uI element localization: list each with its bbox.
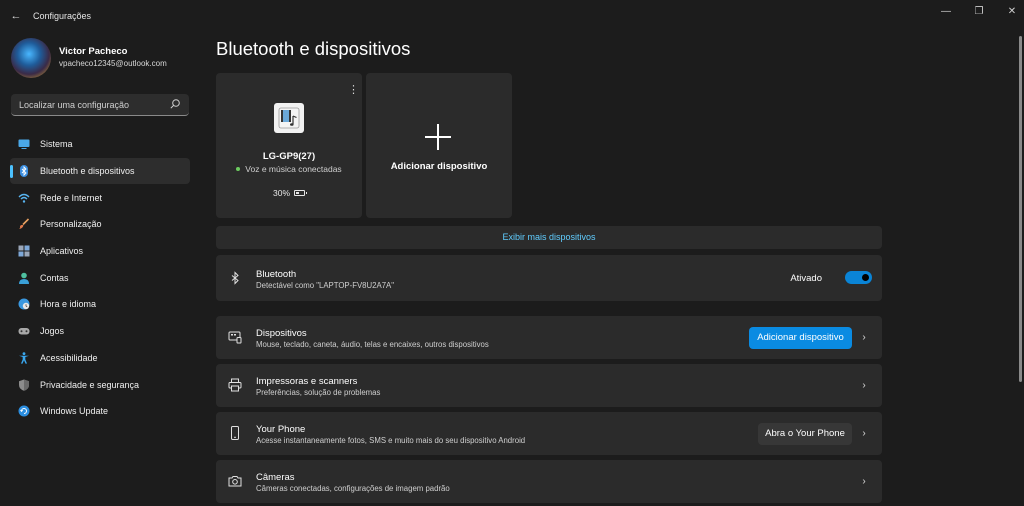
sidebar-item-label: Personalização: [40, 219, 102, 230]
sidebar-item-label: Aplicativos: [40, 246, 84, 257]
avatar: [11, 38, 51, 78]
cameras-row[interactable]: Câmeras Câmeras conectadas, configuraçõe…: [216, 460, 882, 503]
monitor-icon: [18, 138, 30, 150]
sidebar-item-contas[interactable]: Contas: [10, 264, 190, 291]
sidebar-item-label: Windows Update: [40, 406, 109, 417]
sidebar-item-label: Rede e Internet: [40, 192, 103, 203]
sidebar-item-windows-update[interactable]: Windows Update: [10, 398, 190, 425]
devices-subtitle: Mouse, teclado, caneta, áudio, telas e e…: [256, 340, 489, 349]
add-device-button[interactable]: Adicionar dispositivo: [749, 327, 852, 349]
chevron-right-icon: ›: [862, 331, 866, 343]
printers-subtitle: Preferências, solução de problemas: [256, 388, 381, 397]
gamepad-icon: [18, 325, 30, 337]
wifi-icon: [18, 192, 30, 204]
sidebar-item-label: Privacidade e segurança: [40, 379, 140, 390]
printers-title: Impressoras e scanners: [256, 376, 358, 387]
update-icon: [18, 405, 30, 417]
connected-dot-icon: [236, 166, 241, 171]
sidebar-item-jogos[interactable]: Jogos: [10, 318, 190, 345]
your-phone-row[interactable]: Your Phone Acesse instantaneamente fotos…: [216, 412, 882, 455]
devices-title: Dispositivos: [256, 328, 307, 339]
accessibility-icon: [18, 352, 30, 364]
bluetooth-title: Bluetooth: [256, 269, 297, 280]
page-title: Bluetooth e dispositivos: [216, 38, 411, 59]
show-more-devices-link[interactable]: Exibir mais dispositivos: [216, 226, 882, 249]
sidebar-item-sistema[interactable]: Sistema: [10, 131, 190, 158]
sidebar-item-privacidade[interactable]: Privacidade e segurança: [10, 371, 190, 398]
sidebar-item-hora[interactable]: Hora e idioma: [10, 291, 190, 318]
globe-clock-icon: [18, 298, 30, 310]
profile-name: Victor Pacheco: [59, 46, 128, 57]
phone-icon: [228, 426, 242, 440]
person-icon: [18, 272, 30, 284]
chevron-right-icon: ›: [862, 427, 866, 439]
back-button[interactable]: ←: [8, 8, 24, 24]
devices-row[interactable]: Dispositivos Mouse, teclado, caneta, áud…: [216, 316, 882, 359]
profile-email: vpacheco12345@outlook.com: [59, 59, 167, 68]
sidebar-item-label: Sistema: [40, 139, 73, 150]
device-card[interactable]: ⋮ LG-GP9(27) Voz e música conectadas 30%: [216, 73, 362, 218]
plus-icon: [425, 124, 451, 150]
device-status: Voz e música conectadas: [216, 164, 362, 174]
printers-row[interactable]: Impressoras e scanners Preferências, sol…: [216, 364, 882, 407]
sidebar-item-label: Hora e idioma: [40, 299, 97, 310]
more-options-icon[interactable]: ⋮: [348, 83, 359, 97]
sidebar-nav: Sistema Bluetooth e dispositivos Rede e …: [10, 131, 190, 425]
shield-icon: [18, 379, 30, 391]
device-status-text: Voz e música conectadas: [245, 164, 342, 174]
minimize-button[interactable]: —: [936, 4, 956, 18]
devices-icon: [228, 330, 242, 344]
brush-icon: [18, 218, 30, 230]
apps-icon: [18, 245, 30, 257]
show-more-devices-label: Exibir mais dispositivos: [502, 232, 596, 242]
close-button[interactable]: ✕: [1002, 4, 1022, 18]
open-your-phone-button[interactable]: Abra o Your Phone: [758, 423, 852, 445]
battery-icon: [294, 189, 307, 196]
chevron-right-icon: ›: [862, 475, 866, 487]
bluetooth-icon: [18, 165, 30, 178]
your-phone-subtitle: Acesse instantaneamente fotos, SMS e mui…: [256, 436, 526, 445]
cameras-title: Câmeras: [256, 472, 295, 483]
bluetooth-toggle-label: Ativado: [790, 273, 822, 284]
sidebar-item-aplicativos[interactable]: Aplicativos: [10, 238, 190, 265]
sidebar-item-acessibilidade[interactable]: Acessibilidade: [10, 345, 190, 372]
search-input[interactable]: Localizar uma configuração: [11, 94, 189, 116]
device-battery: 30%: [216, 188, 362, 198]
title-bar: ← Configurações — ❐ ✕: [0, 0, 1024, 32]
device-name: LG-GP9(27): [262, 151, 316, 162]
device-icon: [274, 103, 304, 133]
bluetooth-toggle[interactable]: [845, 271, 872, 284]
search-placeholder: Localizar uma configuração: [19, 100, 130, 110]
sidebar-item-label: Acessibilidade: [40, 352, 98, 363]
search-icon[interactable]: [169, 98, 181, 110]
add-device-card[interactable]: Adicionar dispositivo: [366, 73, 512, 218]
scrollbar[interactable]: [1019, 36, 1022, 382]
sidebar-item-label: Bluetooth e dispositivos: [40, 166, 135, 177]
bluetooth-subtitle: Detectável como "LAPTOP-FV8U2A7A": [256, 281, 394, 290]
add-device-label: Adicionar dispositivo: [390, 161, 488, 172]
printer-icon: [228, 378, 242, 392]
your-phone-title: Your Phone: [256, 424, 306, 435]
chevron-right-icon: ›: [862, 379, 866, 391]
camera-icon: [228, 474, 242, 488]
bluetooth-icon: [228, 271, 242, 285]
sidebar-item-personalizacao[interactable]: Personalização: [10, 211, 190, 238]
restore-button[interactable]: ❐: [969, 4, 989, 18]
sidebar-item-bluetooth[interactable]: Bluetooth e dispositivos: [10, 157, 190, 185]
sidebar-item-label: Jogos: [40, 326, 65, 337]
battery-level: 30%: [272, 188, 290, 198]
bluetooth-row: Bluetooth Detectável como "LAPTOP-FV8U2A…: [216, 255, 882, 301]
sidebar-item-rede[interactable]: Rede e Internet: [10, 184, 190, 211]
cameras-subtitle: Câmeras conectadas, configurações de ima…: [256, 484, 450, 493]
app-title: Configurações: [33, 11, 92, 21]
sidebar-item-label: Contas: [40, 272, 69, 283]
